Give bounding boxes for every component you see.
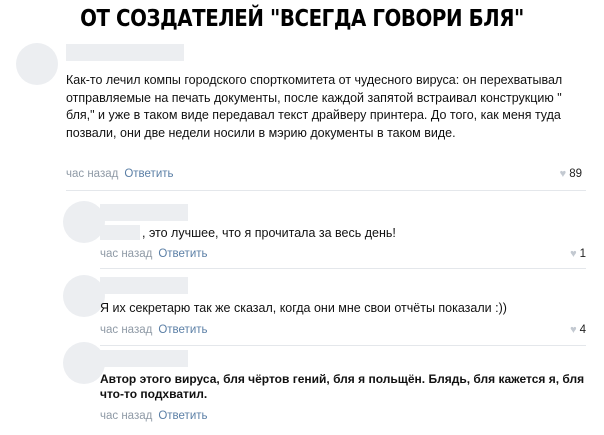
comment-timestamp[interactable]: час назад: [66, 168, 118, 180]
like-button[interactable]: ♥ 1: [540, 248, 586, 260]
comment-text: Я их секретарю так же сказал, когда они …: [100, 301, 507, 315]
like-button[interactable]: ♥ 89: [536, 168, 582, 180]
heart-icon: ♥: [570, 248, 577, 260]
heart-icon: ♥: [570, 324, 577, 336]
reply-button[interactable]: Ответить: [158, 248, 207, 260]
reply-button[interactable]: Ответить: [158, 324, 207, 336]
comment-meta: час назад Ответить: [66, 168, 174, 180]
avatar[interactable]: [63, 275, 105, 317]
divider: [66, 190, 586, 191]
avatar[interactable]: [63, 201, 105, 243]
divider: [100, 345, 586, 346]
heart-icon: ♥: [559, 168, 567, 180]
redacted-mention[interactable]: [100, 225, 140, 240]
divider: [100, 268, 586, 269]
comment-meta: час назад Ответить: [100, 248, 208, 260]
like-count: 89: [569, 168, 582, 180]
comment-text: Автор этого вируса, бля чёртов гений, бл…: [100, 372, 585, 401]
like-count: 1: [579, 248, 586, 260]
comment-meta: час назад Ответить: [100, 324, 208, 336]
avatar[interactable]: [63, 342, 105, 384]
comment-timestamp[interactable]: час назад: [100, 324, 152, 336]
avatar[interactable]: [16, 43, 58, 85]
reply-button[interactable]: Ответить: [124, 168, 173, 180]
comment-timestamp[interactable]: час назад: [100, 248, 152, 260]
comment-timestamp[interactable]: час назад: [100, 410, 152, 422]
like-count: 4: [579, 324, 586, 336]
comment-meta: час назад Ответить: [100, 410, 208, 422]
comment-text: Как-то лечил компы городского спорткомит…: [66, 73, 563, 140]
author-name[interactable]: [100, 350, 188, 367]
like-button[interactable]: ♥ 4: [540, 324, 586, 336]
author-name[interactable]: [66, 44, 184, 61]
author-name[interactable]: [100, 204, 188, 221]
page-headline: ОТ СОЗДАТЕЛЕЙ "ВСЕГДА ГОВОРИ БЛЯ": [80, 6, 524, 32]
author-name[interactable]: [100, 277, 188, 294]
comment-text: , это лучшее, что я прочитала за весь де…: [100, 225, 588, 243]
reply-button[interactable]: Ответить: [158, 410, 207, 422]
